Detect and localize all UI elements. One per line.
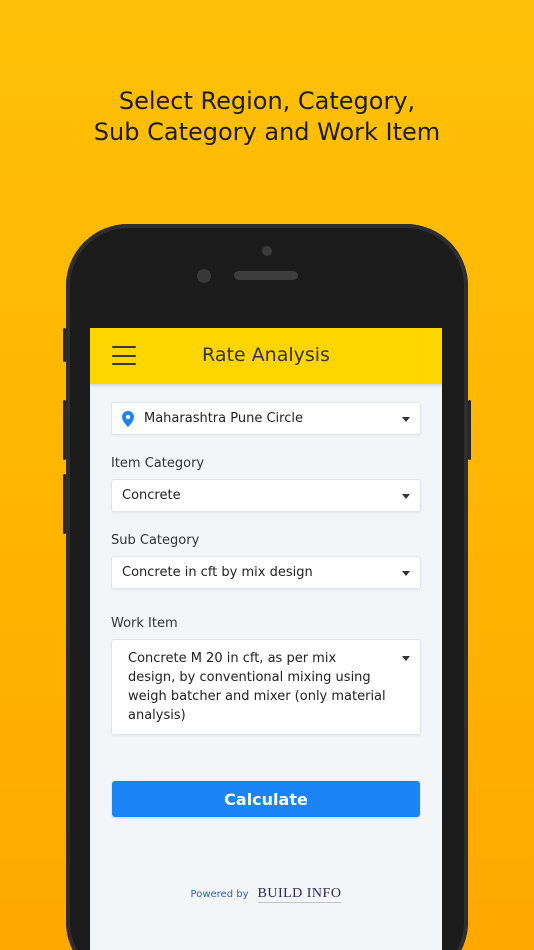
phone-camera <box>262 246 272 256</box>
location-pin-icon <box>122 410 134 427</box>
headline-line-2: Sub Category and Work Item <box>93 118 441 146</box>
phone-side-button-power <box>468 400 471 460</box>
chevron-down-icon <box>402 570 410 576</box>
phone-side-button-volume-down <box>63 474 66 534</box>
region-select[interactable]: Maharashtra Pune Circle <box>111 402 421 435</box>
item-category-label: Item Category <box>111 456 205 471</box>
region-value: Maharashtra Pune Circle <box>144 411 303 426</box>
item-category-value: Concrete <box>122 488 181 503</box>
app-screen: Rate Analysis Maharashtra Pune Circle It… <box>90 328 442 950</box>
chevron-down-icon <box>402 656 410 661</box>
powered-by-text: Powered by <box>190 889 249 900</box>
app-bar-title: Rate Analysis <box>202 344 330 366</box>
sub-category-select[interactable]: Concrete in cft by mix design <box>111 556 421 589</box>
work-item-select[interactable]: Concrete M 20 in cft, as per mix design,… <box>111 639 421 735</box>
form: Maharashtra Pune Circle Item Category Co… <box>90 384 442 817</box>
chevron-down-icon <box>402 493 410 499</box>
app-bar: Rate Analysis <box>90 328 442 384</box>
powered-by-footer: Powered by BUILD INFO <box>90 886 442 903</box>
calculate-button[interactable]: Calculate <box>112 781 420 817</box>
sub-category-value: Concrete in cft by mix design <box>122 565 313 580</box>
chevron-down-icon <box>402 416 410 422</box>
phone-frame: Rate Analysis Maharashtra Pune Circle It… <box>63 224 471 950</box>
work-item-value: Concrete M 20 in cft, as per mix design,… <box>128 651 386 723</box>
headline-line-1: Select Region, Category, <box>118 87 416 115</box>
phone-side-button-volume-up <box>63 400 66 460</box>
build-info-logo[interactable]: BUILD INFO <box>257 886 342 903</box>
phone-speaker <box>234 271 298 280</box>
sub-category-label: Sub Category <box>111 533 200 548</box>
phone-side-button-silent <box>63 328 66 362</box>
headline: Select Region, Category, Sub Category an… <box>0 86 534 148</box>
work-item-label: Work Item <box>111 616 178 631</box>
phone-front-sensor <box>197 269 211 283</box>
item-category-select[interactable]: Concrete <box>111 479 421 512</box>
